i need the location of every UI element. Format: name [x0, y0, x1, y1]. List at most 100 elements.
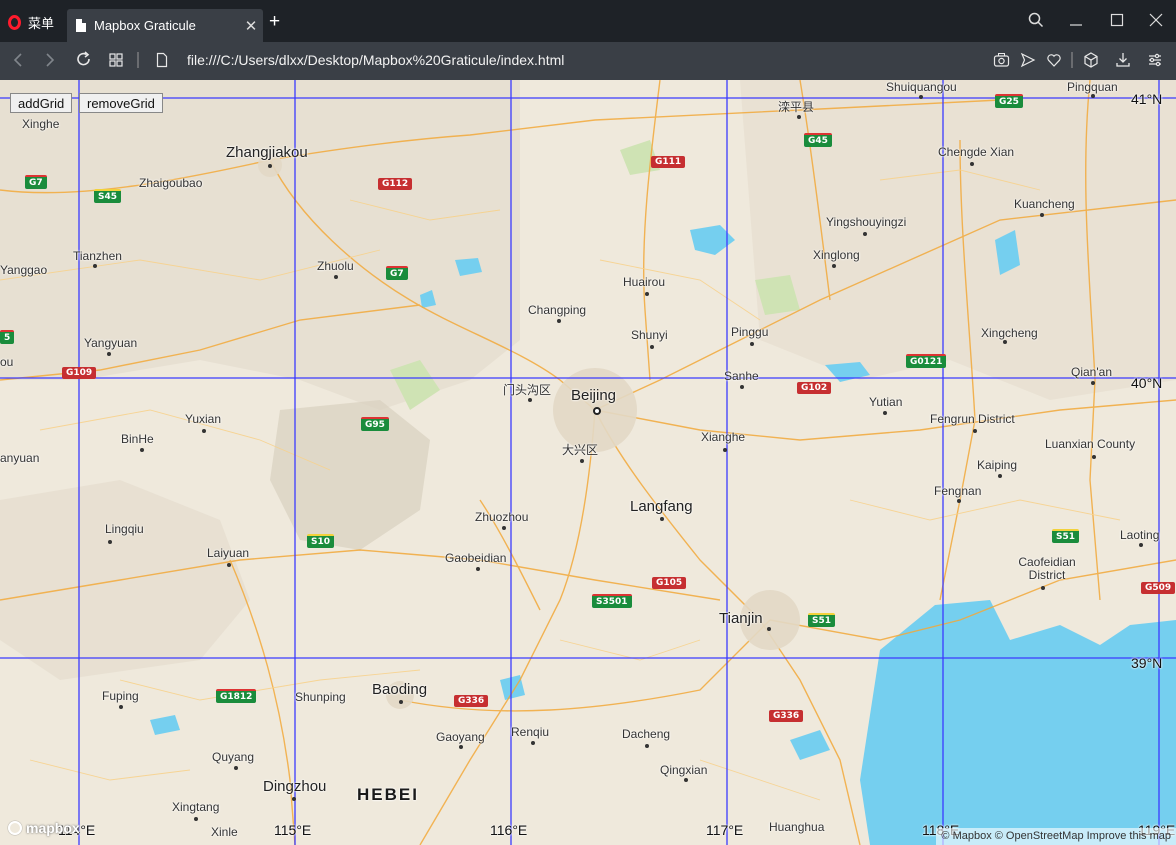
- lon-label: 117°E: [706, 822, 744, 838]
- highway-shield: G7: [386, 266, 408, 280]
- place-dot: [863, 232, 867, 236]
- search-icon[interactable]: [1028, 12, 1044, 33]
- place-label: Zhaigoubao: [139, 176, 203, 190]
- highway-shield: G1812: [216, 689, 257, 703]
- place-dot: [234, 766, 238, 770]
- place-label: Dacheng: [622, 727, 671, 741]
- menu-label: 菜单: [28, 15, 55, 31]
- new-tab-button[interactable]: +: [269, 12, 280, 32]
- page-info-icon[interactable]: [156, 51, 168, 73]
- browser-menu-button[interactable]: 菜单: [8, 12, 54, 32]
- address-bar: file:///C:/Users/dlxx/Desktop/Mapbox%20G…: [0, 42, 1176, 80]
- place-dot: [684, 778, 688, 782]
- settings-icon[interactable]: [1147, 51, 1163, 73]
- place-label: Xinglong: [813, 248, 860, 262]
- place-label: Xinle: [211, 825, 238, 839]
- opera-logo-icon: [8, 14, 21, 30]
- place-label: Lingqiu: [105, 522, 144, 536]
- place-label: Fengnan: [934, 484, 982, 498]
- highway-shield: G102: [797, 382, 832, 394]
- place-label: Tianjin: [719, 610, 763, 627]
- place-dot: [531, 741, 535, 745]
- place-dot: [645, 744, 649, 748]
- place-dot: [1041, 586, 1045, 590]
- heart-icon[interactable]: [1046, 51, 1062, 73]
- place-label: 门头沟区: [503, 383, 552, 397]
- mapbox-logo[interactable]: mapbox: [8, 820, 80, 836]
- page-icon: [76, 19, 86, 32]
- place-label: Quyang: [212, 750, 255, 764]
- download-icon[interactable]: [1115, 51, 1131, 73]
- place-dot: [957, 499, 961, 503]
- place-dot: [723, 448, 727, 452]
- separator: [1070, 50, 1074, 74]
- place-label: Caofeidian District: [1018, 555, 1076, 582]
- place-label: Fuping: [102, 689, 139, 703]
- add-grid-button[interactable]: addGrid: [10, 93, 73, 113]
- place-label: Qingxian: [660, 763, 708, 777]
- place-label: Luanxian County: [1045, 437, 1136, 451]
- place-label: Gaoyang: [436, 730, 485, 744]
- place-dot: [970, 162, 974, 166]
- minimize-icon[interactable]: [1069, 12, 1083, 33]
- speed-dial-icon[interactable]: [108, 51, 124, 73]
- tab-mapbox-graticule[interactable]: Mapbox Graticule ✕: [67, 9, 263, 42]
- place-label: Yangyuan: [84, 336, 138, 350]
- map-attribution[interactable]: © Mapbox © OpenStreetMap Improve this ma…: [936, 828, 1176, 845]
- highway-shield: G109: [62, 367, 97, 379]
- place-dot: [998, 474, 1002, 478]
- place-dot: [459, 745, 463, 749]
- forward-icon[interactable]: [44, 51, 56, 74]
- lat-label: 41°N: [1131, 91, 1163, 107]
- place-label: Xianghe: [701, 430, 746, 444]
- place-dot: [580, 459, 584, 463]
- place-label: Sanhe: [724, 369, 759, 383]
- url-field[interactable]: file:///C:/Users/dlxx/Desktop/Mapbox%20G…: [187, 52, 564, 68]
- place-dot: [750, 342, 754, 346]
- place-label: Fengrun District: [930, 412, 1015, 426]
- place-dot: [194, 817, 198, 821]
- lon-label: 116°E: [490, 822, 528, 838]
- place-label: Yutian: [869, 395, 903, 409]
- place-dot: [650, 345, 654, 349]
- place-label: Yanggao: [0, 263, 48, 277]
- place-label: Beijing: [571, 387, 617, 404]
- highway-shield: S51: [808, 613, 836, 627]
- back-icon[interactable]: [12, 51, 24, 74]
- place-label: Tianzhen: [73, 249, 122, 263]
- place-dot: [919, 95, 923, 99]
- place-label: Laoting: [1120, 528, 1160, 542]
- place-dot: [660, 517, 664, 521]
- place-label: ou: [0, 355, 14, 369]
- tab-title: Mapbox Graticule: [94, 18, 196, 33]
- separator: [136, 50, 140, 74]
- map-canvas[interactable]: addGrid removeGrid 41°N 40°N 39°N 114°E …: [0, 80, 1176, 845]
- reload-icon[interactable]: [76, 51, 92, 73]
- highway-shield: G7: [25, 175, 47, 189]
- place-dot: [476, 567, 480, 571]
- mapbox-logo-icon: [8, 821, 22, 835]
- highway-shield: G105: [652, 577, 687, 589]
- close-window-icon[interactable]: [1149, 12, 1163, 33]
- lat-label: 39°N: [1131, 655, 1163, 671]
- place-label: anyuan: [0, 451, 40, 465]
- highway-shield: S3501: [592, 594, 632, 608]
- remove-grid-button[interactable]: removeGrid: [79, 93, 163, 113]
- highway-shield: G336: [769, 710, 804, 722]
- highway-shield: G111: [651, 156, 686, 168]
- tab-close-icon[interactable]: ✕: [239, 17, 263, 35]
- place-dot: [740, 385, 744, 389]
- lon-label: 115°E: [274, 822, 312, 838]
- place-dot: [1091, 381, 1095, 385]
- send-icon[interactable]: [1020, 51, 1036, 73]
- place-label: Huairou: [623, 275, 666, 289]
- highway-shield: S10: [307, 534, 335, 548]
- place-dot: [883, 411, 887, 415]
- maximize-icon[interactable]: [1110, 12, 1124, 33]
- box-icon[interactable]: [1083, 51, 1099, 73]
- place-dot: [767, 627, 771, 631]
- place-label: Yingshouyingzi: [826, 215, 907, 229]
- snapshot-icon[interactable]: [993, 51, 1010, 73]
- place-dot: [1139, 543, 1143, 547]
- place-dot: [202, 429, 206, 433]
